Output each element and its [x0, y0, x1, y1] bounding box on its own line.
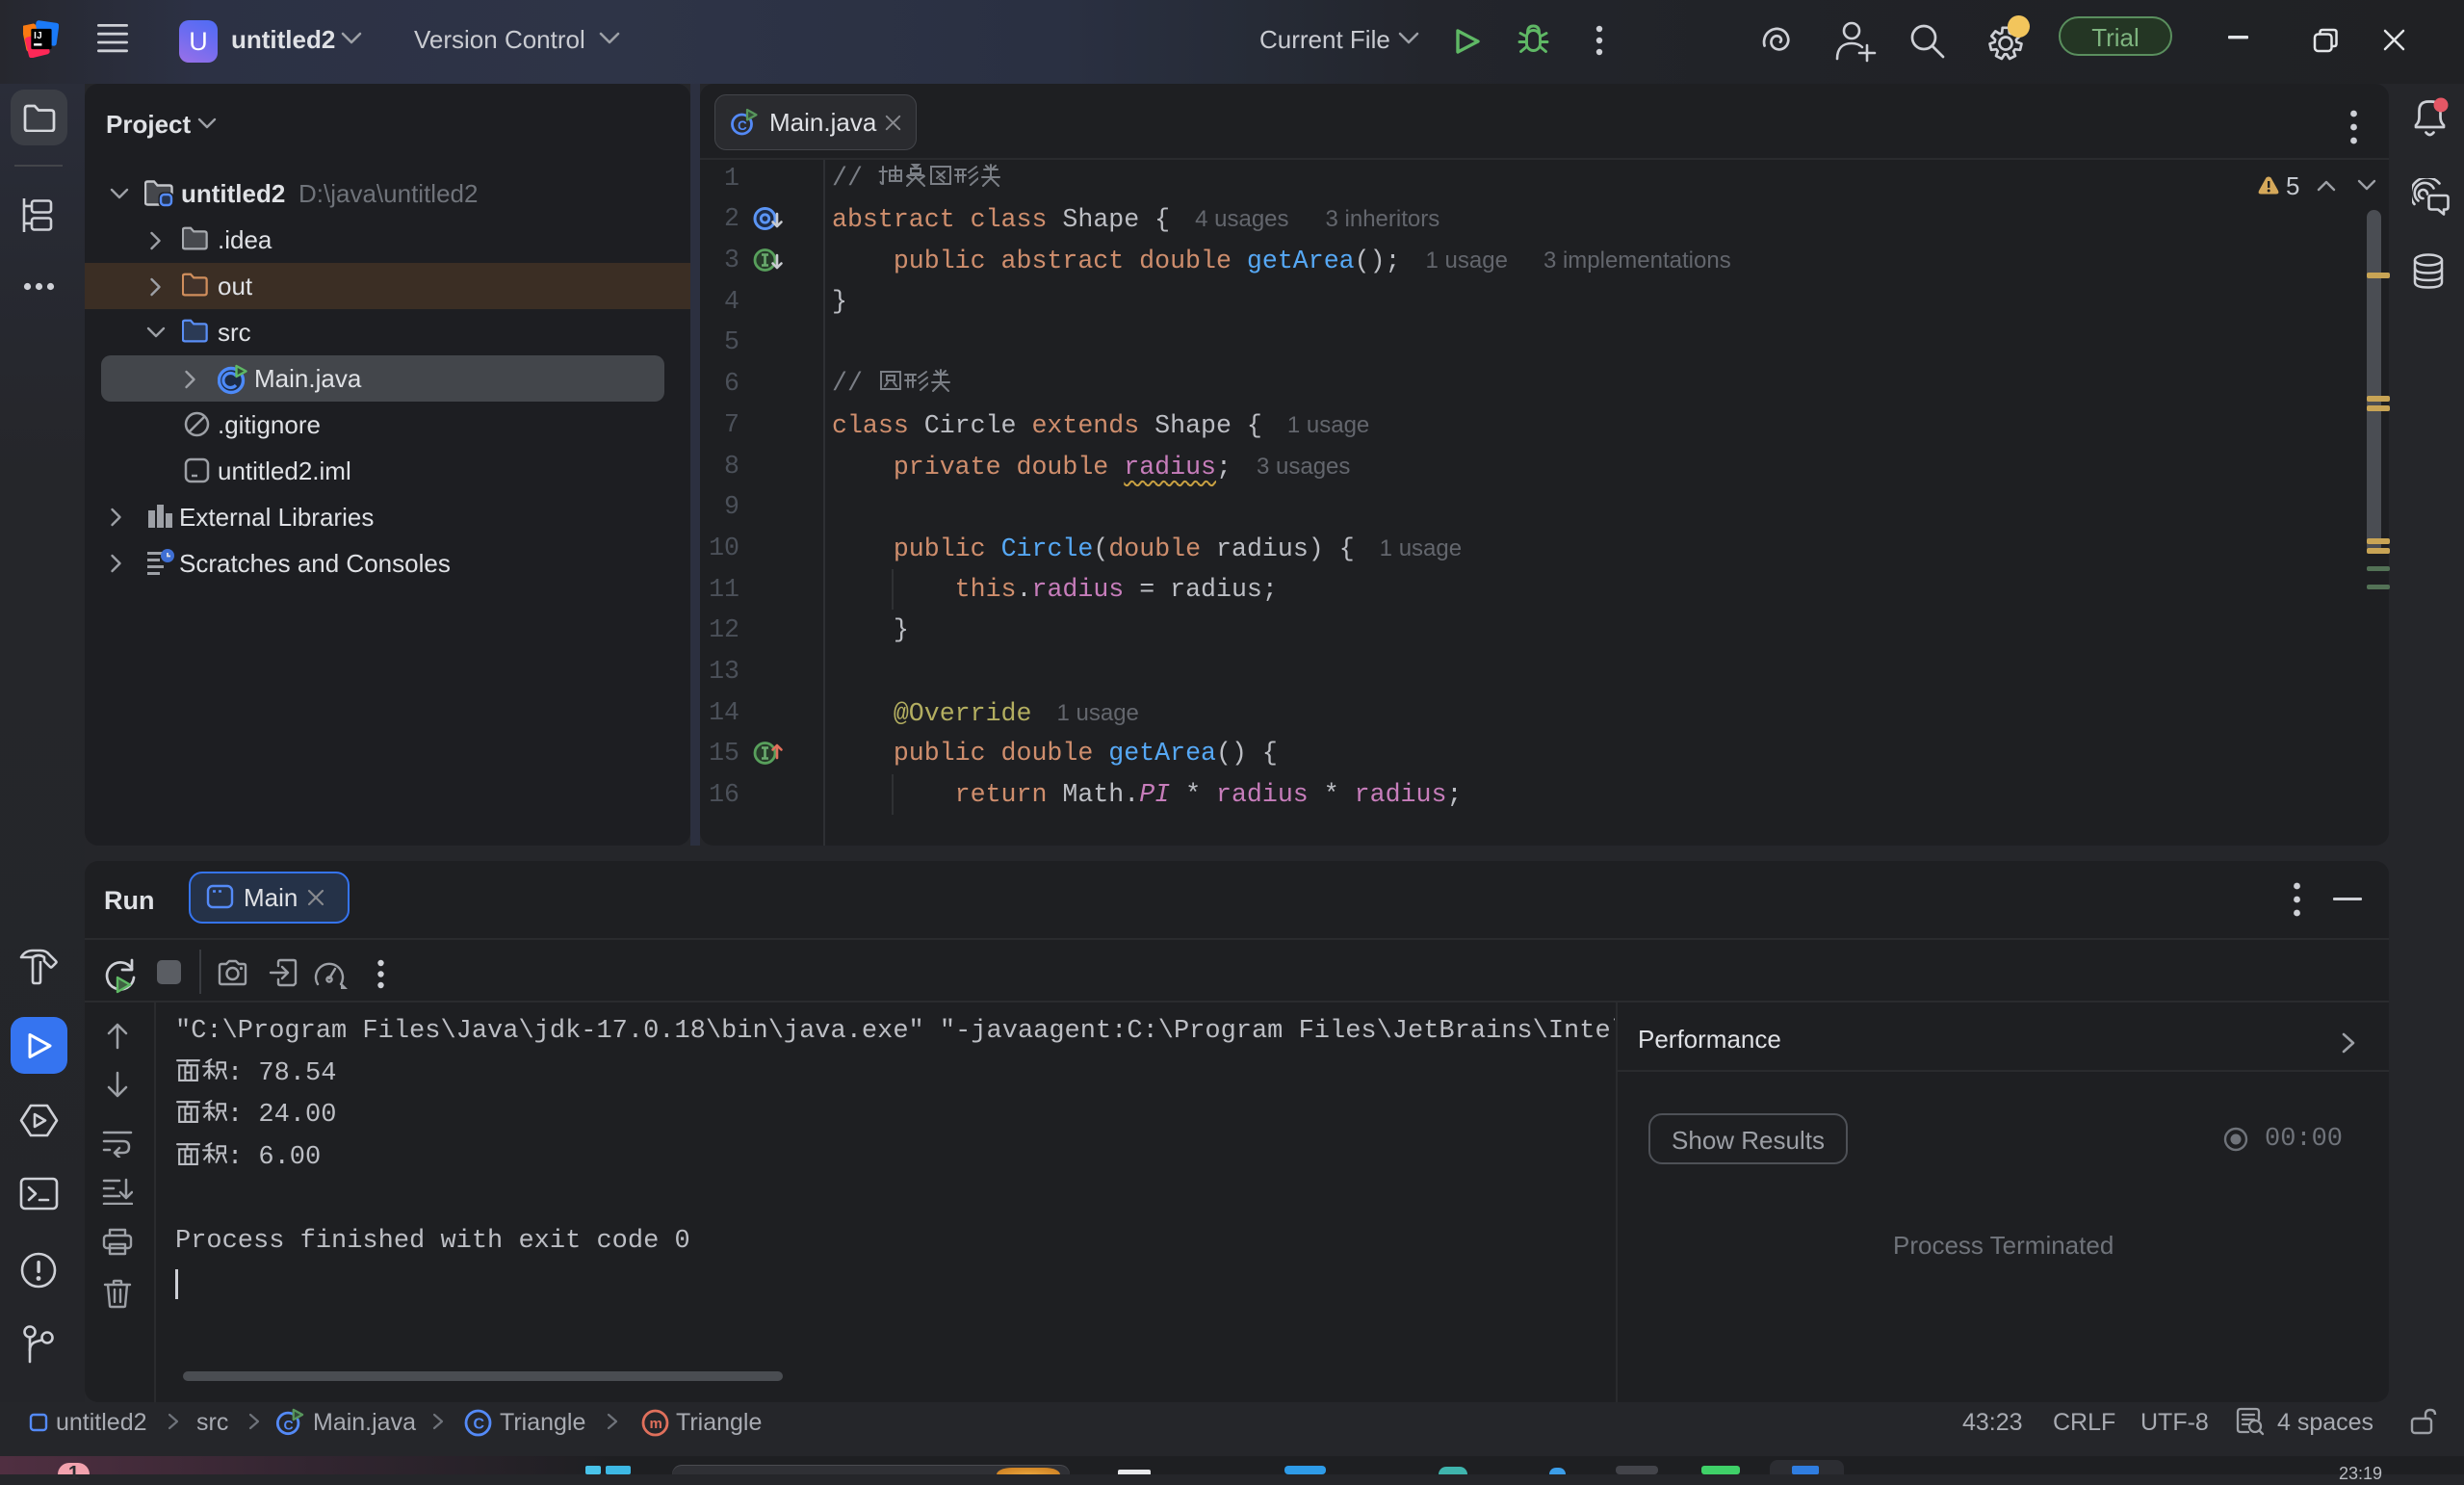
svg-text:C: C	[738, 118, 747, 133]
svg-text:C: C	[474, 1417, 485, 1433]
svg-text:m: m	[650, 1416, 662, 1432]
svg-text:C: C	[283, 1417, 293, 1432]
svg-text:IJ: IJ	[34, 31, 42, 41]
